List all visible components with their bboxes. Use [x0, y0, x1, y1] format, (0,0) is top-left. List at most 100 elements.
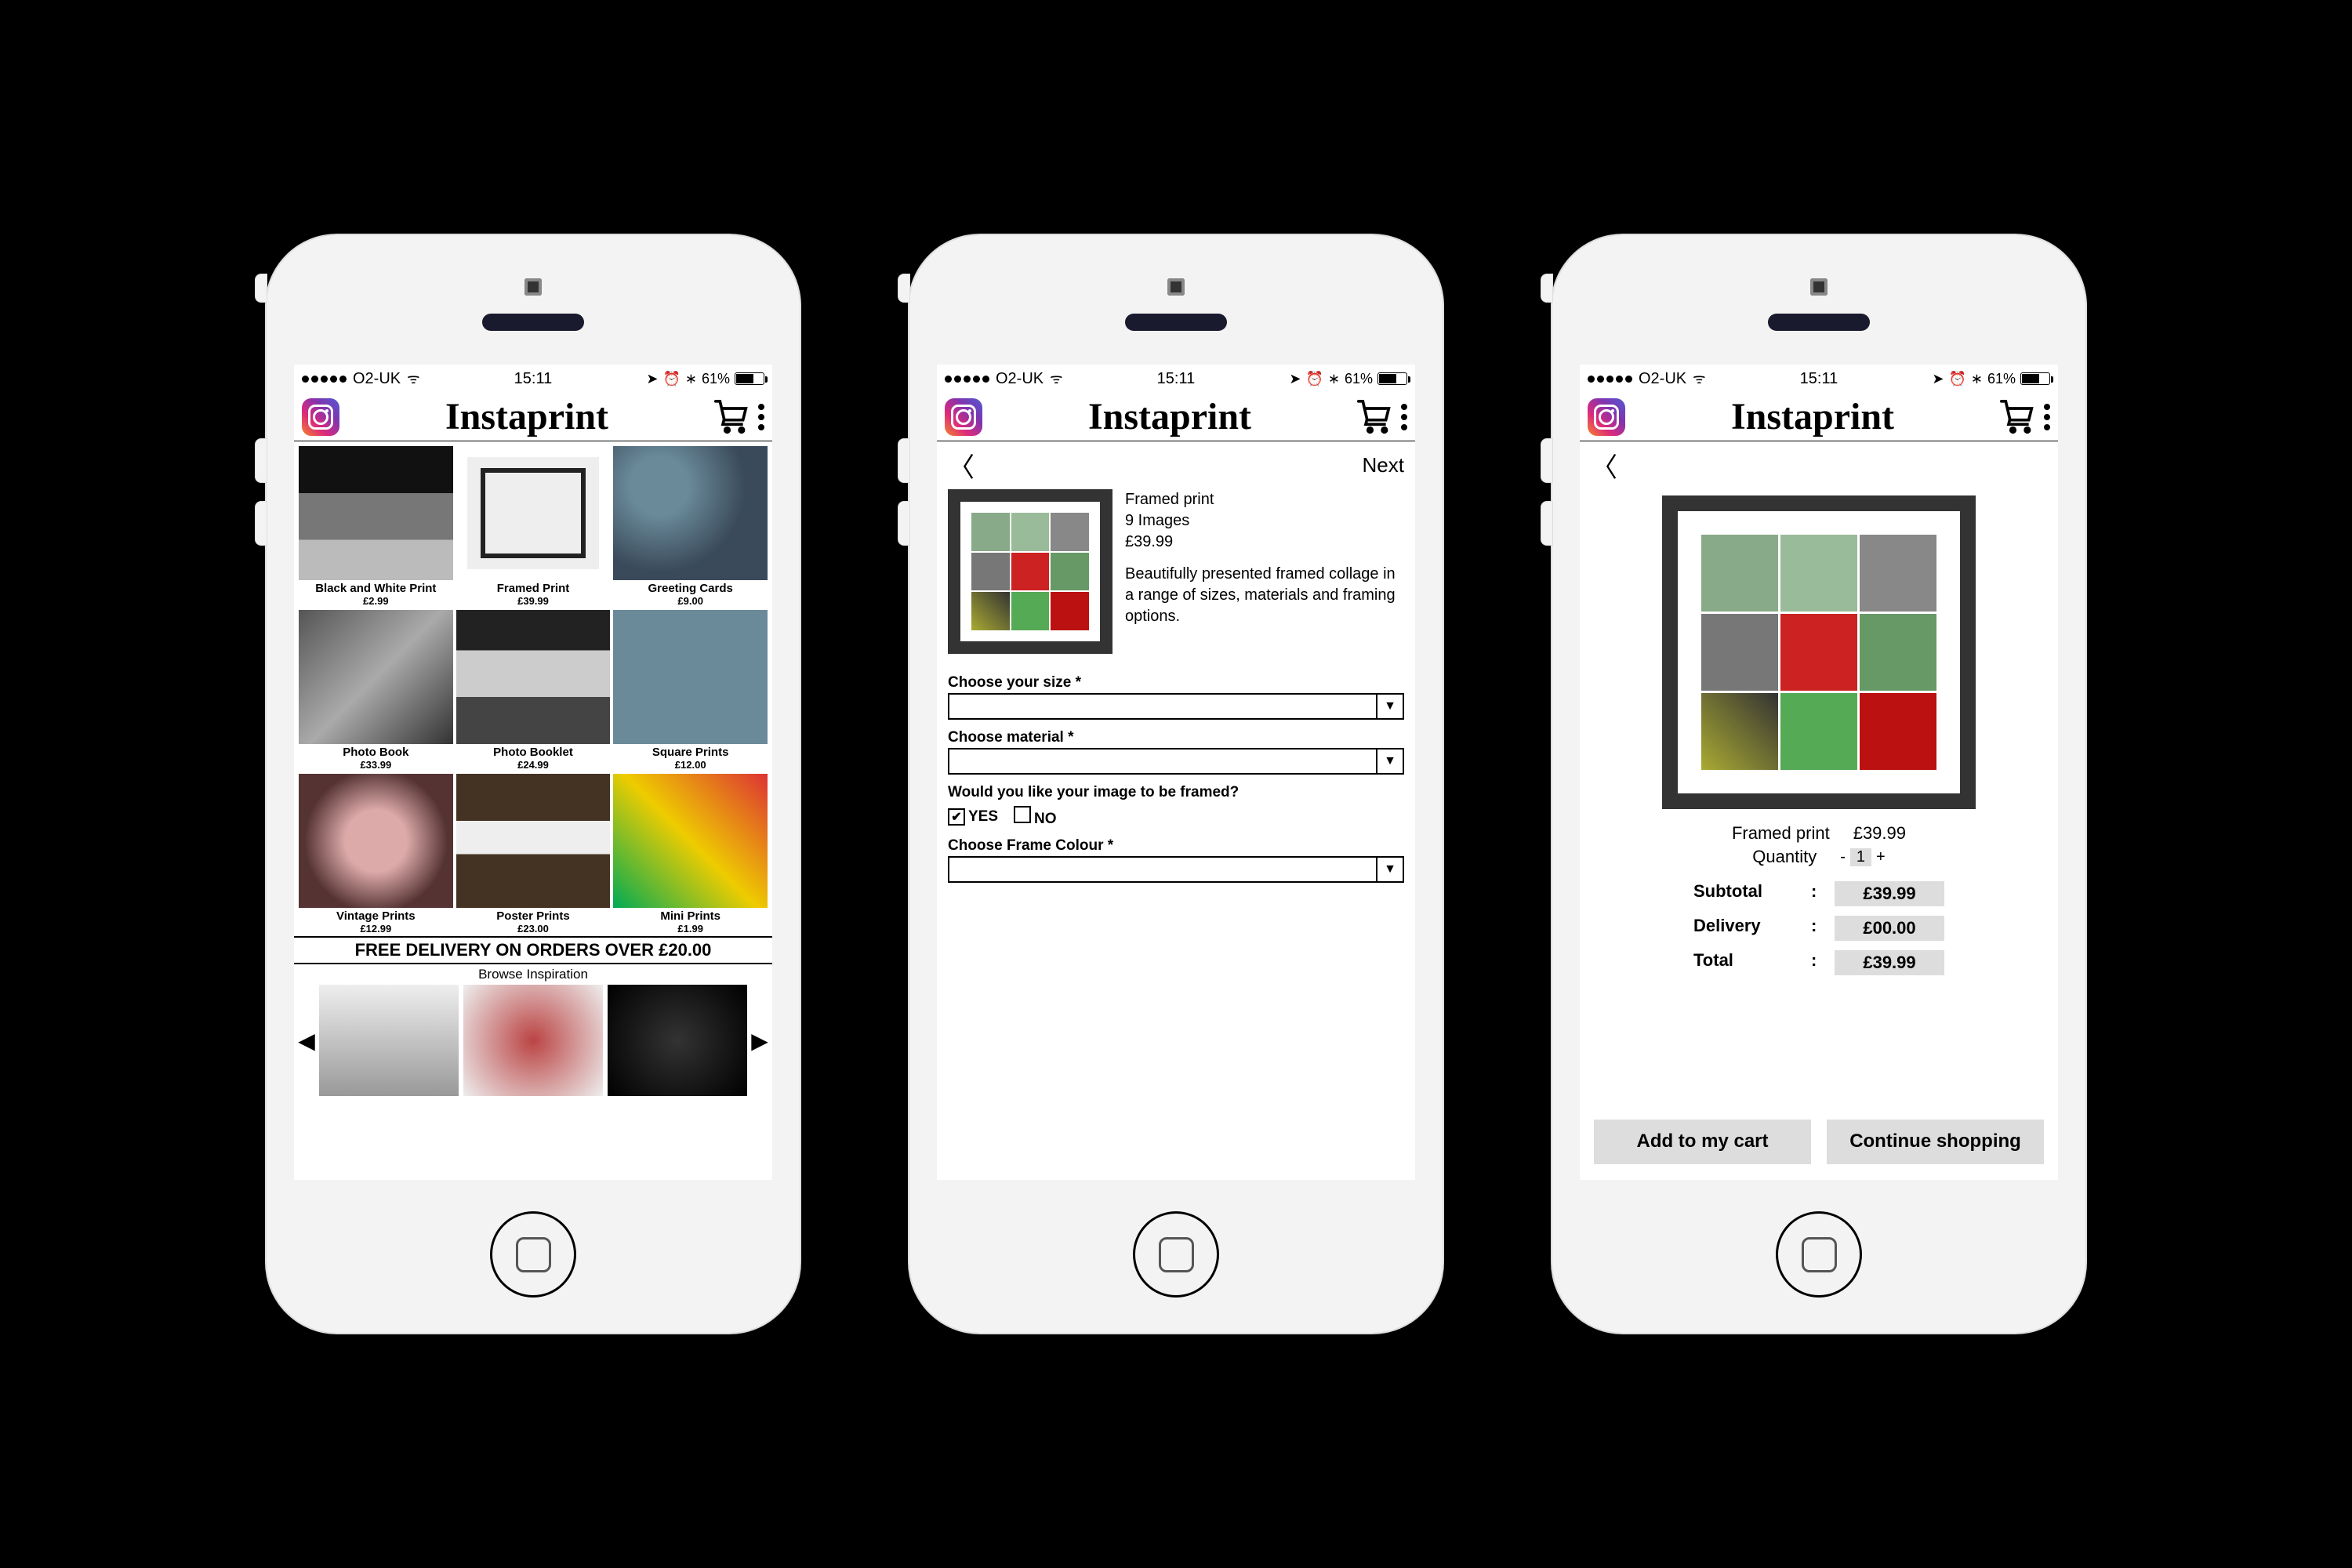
status-bar: O2-UK ᯤ 15:11 ➤ ⏰ ∗ 61%: [294, 365, 772, 393]
frame-colour-select[interactable]: [948, 856, 1404, 883]
home-button[interactable]: [1133, 1211, 1219, 1298]
continue-shopping-button[interactable]: Continue shopping: [1827, 1120, 2044, 1164]
home-button[interactable]: [490, 1211, 576, 1298]
alarm-icon: ⏰: [1305, 371, 1323, 387]
phone-speaker: [1768, 314, 1870, 331]
subtotal-label: Subtotal: [1693, 881, 1811, 906]
location-icon: ➤: [646, 371, 658, 387]
qty-increment[interactable]: +: [1876, 848, 1886, 866]
framed-no-option[interactable]: NO: [1014, 806, 1057, 828]
brand-title: Instaprint: [1088, 395, 1251, 438]
product-card[interactable]: Framed Print£39.99: [456, 446, 611, 607]
material-label: Choose material *: [948, 729, 1404, 746]
back-button[interactable]: 〈: [1591, 446, 1617, 485]
brand-title: Instaprint: [445, 395, 608, 438]
framed-yes-option[interactable]: ✔YES: [948, 808, 998, 826]
product-card[interactable]: Black and White Print£2.99: [299, 446, 453, 607]
product-title: Framed print: [1125, 489, 1404, 510]
product-card[interactable]: Vintage Prints£12.99: [299, 774, 453, 935]
battery-icon: [2020, 372, 2050, 385]
carrier-label: O2-UK: [1639, 370, 1686, 388]
product-price: £39.99: [1125, 532, 1404, 553]
qty-decrement[interactable]: -: [1840, 848, 1846, 866]
cart-icon[interactable]: [1357, 400, 1392, 434]
product-card[interactable]: Photo Book£33.99: [299, 610, 453, 771]
alarm-icon: ⏰: [1948, 371, 1965, 387]
inspiration-item[interactable]: [463, 985, 603, 1096]
status-bar: O2-UK ᯤ 15:11 ➤ ⏰ ∗ 61%: [1580, 365, 2058, 393]
material-select[interactable]: [948, 748, 1404, 775]
battery-icon: [1377, 372, 1407, 385]
instagram-icon[interactable]: [945, 398, 982, 436]
subtotal-value: £39.99: [1835, 881, 1944, 906]
battery-icon: [735, 372, 764, 385]
cart-icon[interactable]: [2000, 400, 2034, 434]
quantity-label: Quantity: [1752, 847, 1817, 867]
status-bar: O2-UK ᯤ 15:11 ➤ ⏰ ∗ 61%: [937, 365, 1415, 393]
location-icon: ➤: [1289, 371, 1301, 387]
more-menu-icon[interactable]: [2044, 404, 2050, 430]
brand-title: Instaprint: [1731, 395, 1894, 438]
phone-speaker: [482, 314, 584, 331]
inspiration-item[interactable]: [319, 985, 459, 1096]
product-info: Framed print 9 Images £39.99 Beautifully…: [1125, 489, 1404, 654]
wifi-icon: ᯤ: [1050, 369, 1062, 388]
product-price: £39.99: [1853, 823, 1906, 844]
carrier-label: O2-UK: [353, 370, 401, 388]
add-to-cart-button[interactable]: Add to my cart: [1594, 1120, 1811, 1164]
back-button[interactable]: 〈: [948, 446, 975, 485]
home-button[interactable]: [1776, 1211, 1862, 1298]
clock: 15:11: [514, 370, 553, 388]
wifi-icon: ᯤ: [407, 369, 419, 388]
cart-icon[interactable]: [714, 400, 749, 434]
clock: 15:11: [1157, 370, 1196, 388]
signal-icon: [1588, 376, 1632, 383]
app-header: Instaprint: [937, 393, 1415, 441]
delivery-label: Delivery: [1693, 916, 1811, 941]
product-grid: Black and White Print£2.99 Framed Print£…: [294, 441, 772, 935]
browse-inspiration-label: Browse Inspiration: [294, 964, 772, 985]
bluetooth-icon: ∗: [1971, 371, 1983, 387]
more-menu-icon[interactable]: [758, 404, 764, 430]
product-preview-frame: [1662, 495, 1976, 809]
bluetooth-icon: ∗: [685, 371, 697, 387]
checkbox-checked-icon: ✔: [948, 808, 965, 826]
phone-camera: [1167, 278, 1185, 296]
size-label: Choose your size *: [948, 674, 1404, 691]
product-thumbnail: [948, 489, 1112, 654]
battery-pct: 61%: [1987, 371, 2016, 387]
product-card[interactable]: Square Prints£12.00: [613, 610, 768, 771]
size-select[interactable]: [948, 693, 1404, 720]
location-icon: ➤: [1932, 371, 1944, 387]
bluetooth-icon: ∗: [1328, 371, 1340, 387]
qty-value: 1: [1850, 848, 1871, 866]
delivery-value: £00.00: [1835, 916, 1944, 941]
phone-camera: [1810, 278, 1828, 296]
carousel-prev-icon[interactable]: ◀: [297, 1025, 316, 1056]
alarm-icon: ⏰: [662, 371, 680, 387]
phone-mockup-1: O2-UK ᯤ 15:11 ➤ ⏰ ∗ 61% Instaprint Black…: [267, 235, 800, 1333]
app-header: Instaprint: [1580, 393, 2058, 441]
frame-colour-label: Choose Frame Colour *: [948, 837, 1404, 855]
screen-catalog: O2-UK ᯤ 15:11 ➤ ⏰ ∗ 61% Instaprint Black…: [294, 365, 772, 1180]
app-header: Instaprint: [294, 393, 772, 441]
checkbox-empty-icon: [1014, 806, 1031, 823]
product-images-count: 9 Images: [1125, 510, 1404, 532]
product-card[interactable]: Mini Prints£1.99: [613, 774, 768, 935]
inspiration-carousel: ◀ ▶: [294, 985, 772, 1096]
product-card[interactable]: Greeting Cards£9.00: [613, 446, 768, 607]
phone-camera: [524, 278, 542, 296]
instagram-icon[interactable]: [302, 398, 339, 436]
clock: 15:11: [1800, 370, 1838, 388]
product-card[interactable]: Poster Prints£23.00: [456, 774, 611, 935]
instagram-icon[interactable]: [1588, 398, 1625, 436]
battery-pct: 61%: [702, 371, 730, 387]
more-menu-icon[interactable]: [1401, 404, 1407, 430]
next-button[interactable]: Next: [1363, 453, 1404, 477]
carousel-next-icon[interactable]: ▶: [750, 1025, 769, 1056]
battery-pct: 61%: [1345, 371, 1373, 387]
inspiration-item[interactable]: [608, 985, 747, 1096]
total-value: £39.99: [1835, 950, 1944, 975]
total-label: Total: [1693, 950, 1811, 975]
product-card[interactable]: Photo Booklet£24.99: [456, 610, 611, 771]
